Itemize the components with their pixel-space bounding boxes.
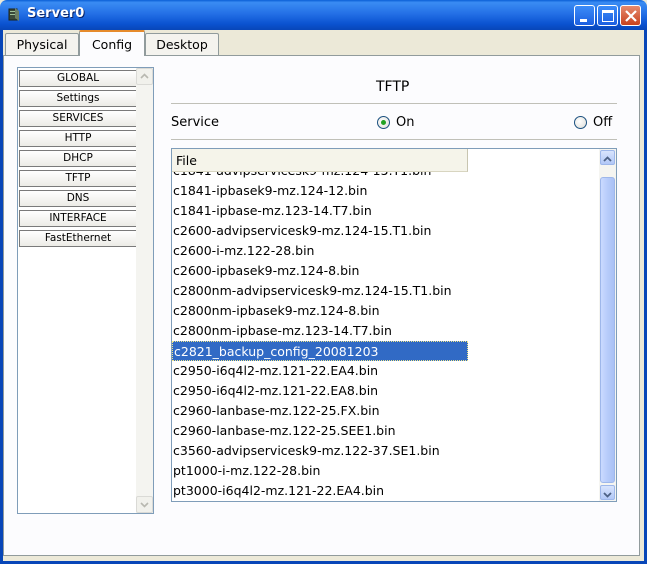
close-icon [625, 10, 637, 22]
sidebar-item-fastethernet[interactable]: FastEthernet [19, 230, 137, 247]
sidebar-item-dns[interactable]: DNS [19, 190, 137, 207]
service-on-label[interactable]: On [396, 115, 414, 130]
file-row[interactable]: c2800nm-ipbase-mz.123-14.T7.bin [172, 321, 468, 341]
file-rows: c1841-advipservicesk9-mz.124-15.T1.binc1… [172, 161, 600, 501]
sidebar-item-services[interactable]: SERVICES [19, 110, 137, 127]
title-bar: Server0 [0, 0, 647, 30]
scroll-down-button[interactable] [136, 496, 153, 513]
sidebar-item-http[interactable]: HTTP [19, 130, 137, 147]
file-row[interactable]: c3560-advipservicesk9-mz.122-37.SE1.bin [172, 441, 468, 461]
divider [171, 139, 617, 140]
chevron-up-icon [140, 73, 149, 79]
file-row[interactable]: c2600-advipservicesk9-mz.124-15.T1.bin [172, 221, 468, 241]
minimize-icon [580, 19, 587, 22]
file-row[interactable]: c2600-ipbasek9-mz.124-8.bin [172, 261, 468, 281]
maximize-icon [602, 10, 614, 22]
service-off-radio[interactable] [574, 116, 587, 129]
service-off-label[interactable]: Off [593, 115, 612, 130]
scroll-down-button[interactable] [600, 485, 615, 500]
service-on-radio[interactable] [377, 116, 390, 129]
file-column-header[interactable]: File [172, 149, 468, 172]
sidebar-item-tftp[interactable]: TFTP [19, 170, 137, 187]
scroll-up-button[interactable] [600, 150, 615, 165]
config-sidebar: GLOBAL Settings SERVICES HTTP DHCP TFTP … [17, 67, 154, 514]
file-row[interactable]: c2821_backup_config_20081203 [172, 341, 468, 361]
sidebar-item-global[interactable]: GLOBAL [19, 70, 137, 87]
file-list[interactable]: c1841-advipservicesk9-mz.124-15.T1.binc1… [171, 148, 617, 502]
section-title: TFTP [376, 79, 410, 95]
divider [171, 103, 617, 104]
maximize-button[interactable] [597, 5, 618, 26]
sidebar-item-settings[interactable]: Settings [19, 90, 137, 107]
file-row[interactable]: c2800nm-advipservicesk9-mz.124-15.T1.bin [172, 281, 468, 301]
window-title: Server0 [27, 6, 85, 21]
file-row[interactable]: c1841-ipbasek9-mz.124-12.bin [172, 181, 468, 201]
file-row[interactable]: c2600-i-mz.122-28.bin [172, 241, 468, 261]
file-row[interactable]: c2800nm-ipbasek9-mz.124-8.bin [172, 301, 468, 321]
sidebar-item-interface[interactable]: INTERFACE [19, 210, 137, 227]
scroll-up-button[interactable] [136, 68, 153, 85]
file-row[interactable]: c2960-lanbase-mz.122-25.SEE1.bin [172, 421, 468, 441]
sidebar-scrollbar[interactable] [136, 68, 153, 513]
tab-desktop[interactable]: Desktop [145, 33, 219, 55]
chevron-down-icon [140, 502, 149, 508]
chevron-up-icon [603, 156, 612, 162]
file-row[interactable]: c2950-i6q4l2-mz.121-22.EA4.bin [172, 361, 468, 381]
scrollbar-thumb[interactable] [600, 177, 615, 483]
tab-config[interactable]: Config [79, 30, 145, 56]
minimize-button[interactable] [574, 5, 595, 26]
file-list-scrollbar[interactable] [599, 149, 616, 501]
tab-physical[interactable]: Physical [5, 33, 79, 55]
radio-selected-dot [381, 120, 386, 125]
close-button[interactable] [620, 5, 641, 26]
file-row[interactable]: c2950-i6q4l2-mz.121-22.EA8.bin [172, 381, 468, 401]
file-row[interactable]: c2960-lanbase-mz.122-25.FX.bin [172, 401, 468, 421]
server-icon [6, 7, 22, 23]
file-row[interactable]: pt3000-i6q4l2-mz.121-22.EA4.bin [172, 481, 468, 501]
file-row[interactable]: pt1000-i-mz.122-28.bin [172, 461, 468, 481]
chevron-down-icon [603, 492, 612, 498]
service-label: Service [171, 115, 220, 130]
sidebar-item-dhcp[interactable]: DHCP [19, 150, 137, 167]
file-row[interactable]: c1841-ipbase-mz.123-14.T7.bin [172, 201, 468, 221]
